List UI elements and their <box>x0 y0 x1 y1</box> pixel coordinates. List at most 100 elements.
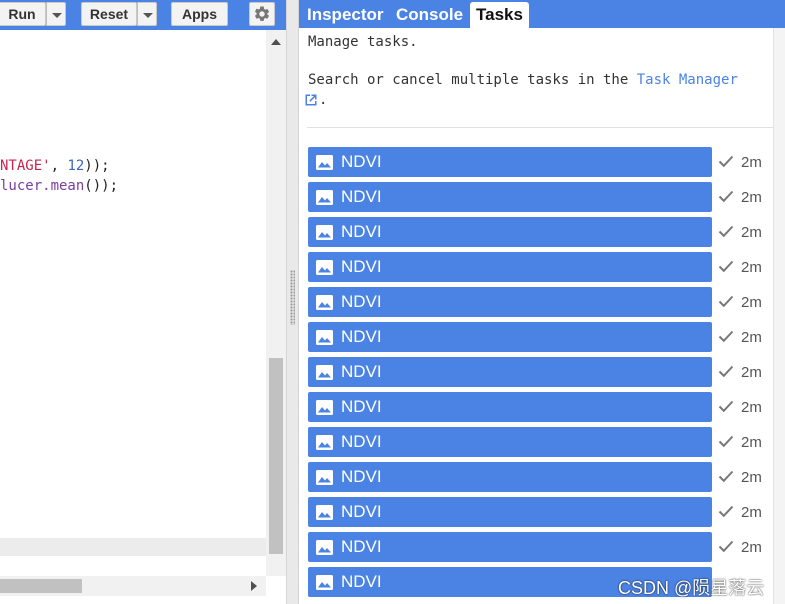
task-row: NDVI 2m <box>308 217 773 247</box>
image-icon <box>316 469 333 485</box>
code-punct-token: )); <box>84 158 110 174</box>
task-row: NDVI 2m <box>308 322 773 352</box>
task-manager-link[interactable]: Task Manager <box>637 72 738 88</box>
code-punct-token: ()); <box>84 178 119 194</box>
image-icon <box>316 539 333 555</box>
run-button[interactable]: Run <box>0 2 46 26</box>
task-item-button[interactable]: NDVI <box>308 497 712 527</box>
task-elapsed-time: 2m <box>741 399 762 416</box>
image-icon <box>316 434 333 450</box>
task-name: NDVI <box>341 397 382 416</box>
search-prefix-text: Search or cancel multiple tasks in the <box>308 72 637 88</box>
editor-vertical-scroll-thumb[interactable] <box>269 358 283 554</box>
tasks-vertical-scrollbar[interactable] <box>773 28 785 604</box>
code-text-area[interactable]: NTAGE', 12)); lucer.mean()); <box>0 30 266 538</box>
task-row: NDVI 2m <box>308 147 773 177</box>
task-name: NDVI <box>341 467 382 486</box>
task-item-button[interactable]: NDVI <box>308 462 712 492</box>
task-name: NDVI <box>341 432 382 451</box>
editor-horizontal-scrollbar[interactable] <box>0 576 266 596</box>
check-icon <box>718 505 734 518</box>
task-elapsed-time: 2m <box>741 259 762 276</box>
check-icon <box>718 295 734 308</box>
task-item-button[interactable]: NDVI <box>308 147 712 177</box>
apps-button[interactable]: Apps <box>171 2 228 26</box>
task-name: NDVI <box>341 537 382 556</box>
reset-button[interactable]: Reset <box>81 2 137 26</box>
task-elapsed-time: 2m <box>741 224 762 241</box>
task-elapsed-time: 2m <box>741 434 762 451</box>
editor-horizontal-scroll-thumb[interactable] <box>0 579 82 593</box>
task-name: NDVI <box>341 222 382 241</box>
task-row: NDVI 2m <box>308 532 773 562</box>
reset-dropdown-button[interactable] <box>137 2 157 26</box>
scroll-up-arrow-icon[interactable] <box>271 39 281 45</box>
task-name: NDVI <box>341 152 382 171</box>
task-elapsed-time: 2m <box>741 504 762 521</box>
sentence-period: . <box>319 92 328 108</box>
task-name: NDVI <box>341 572 382 591</box>
task-elapsed-time: 2m <box>741 364 762 381</box>
task-row: NDVI 2m <box>308 392 773 422</box>
task-elapsed-time: 2m <box>741 294 762 311</box>
task-item-button[interactable]: NDVI <box>308 287 712 317</box>
manage-tasks-text: Manage tasks. <box>308 34 418 50</box>
image-icon <box>316 224 333 240</box>
task-item-button[interactable]: NDVI <box>308 182 712 212</box>
code-line: lucer.mean()); <box>0 177 118 195</box>
check-icon <box>718 330 734 343</box>
check-icon <box>718 400 734 413</box>
task-elapsed-time: 2m <box>741 154 762 171</box>
task-name: NDVI <box>341 257 382 276</box>
run-dropdown-button[interactable] <box>46 2 66 26</box>
task-elapsed-time: 2m <box>741 189 762 206</box>
panel-tab-bar: Inspector Console Tasks <box>299 0 785 28</box>
gear-icon <box>254 6 270 21</box>
code-string-token: NTAGE' <box>0 158 51 174</box>
check-icon <box>718 190 734 203</box>
task-item-button[interactable]: NDVI <box>308 217 712 247</box>
task-elapsed-time: 2m <box>741 469 762 486</box>
tab-inspector[interactable]: Inspector <box>307 2 384 28</box>
task-row: NDVI 2m <box>308 462 773 492</box>
image-icon <box>316 259 333 275</box>
task-name: NDVI <box>341 187 382 206</box>
pane-splitter[interactable] <box>286 0 299 604</box>
task-item-button[interactable]: NDVI <box>308 532 712 562</box>
task-row: NDVI 2m <box>308 357 773 387</box>
check-icon <box>718 540 734 553</box>
check-icon <box>718 435 734 448</box>
task-row: NDVI 2m <box>308 427 773 457</box>
tab-tasks[interactable]: Tasks <box>470 2 529 28</box>
task-row: NDVI 2m <box>308 252 773 282</box>
tasks-pane: Inspector Console Tasks Manage tasks. Se… <box>299 0 785 604</box>
code-line: NTAGE', 12)); <box>0 157 110 175</box>
task-item-button[interactable]: NDVI <box>308 252 712 282</box>
open-in-new-icon[interactable] <box>304 93 318 107</box>
task-row: NDVI 2m <box>308 182 773 212</box>
task-row: NDVI 2m <box>308 497 773 527</box>
check-icon <box>718 225 734 238</box>
image-icon <box>316 189 333 205</box>
task-name: NDVI <box>341 327 382 346</box>
image-icon <box>316 399 333 415</box>
scroll-right-arrow-icon[interactable] <box>251 581 257 591</box>
external-link-row: . <box>304 92 327 108</box>
task-item-button[interactable]: NDVI <box>308 427 712 457</box>
settings-button[interactable] <box>249 2 275 26</box>
editor-status-strip <box>0 538 266 556</box>
task-item-button[interactable]: NDVI <box>308 392 712 422</box>
tab-console[interactable]: Console <box>396 2 463 28</box>
image-icon <box>316 154 333 170</box>
task-item-button[interactable]: NDVI <box>308 322 712 352</box>
task-item-button[interactable]: NDVI <box>308 357 712 387</box>
image-icon <box>316 574 333 590</box>
drag-handle-icon[interactable] <box>290 270 295 325</box>
editor-vertical-scrollbar[interactable] <box>266 30 286 576</box>
code-punct-token: , <box>50 158 68 174</box>
code-editor-pane: Run Reset Apps NTAGE', 12)); lucer.mean(… <box>0 0 286 604</box>
task-name: NDVI <box>341 292 382 311</box>
tasks-content: Manage tasks. Search or cancel multiple … <box>299 28 773 604</box>
search-tasks-text: Search or cancel multiple tasks in the T… <box>308 72 738 88</box>
image-icon <box>316 504 333 520</box>
